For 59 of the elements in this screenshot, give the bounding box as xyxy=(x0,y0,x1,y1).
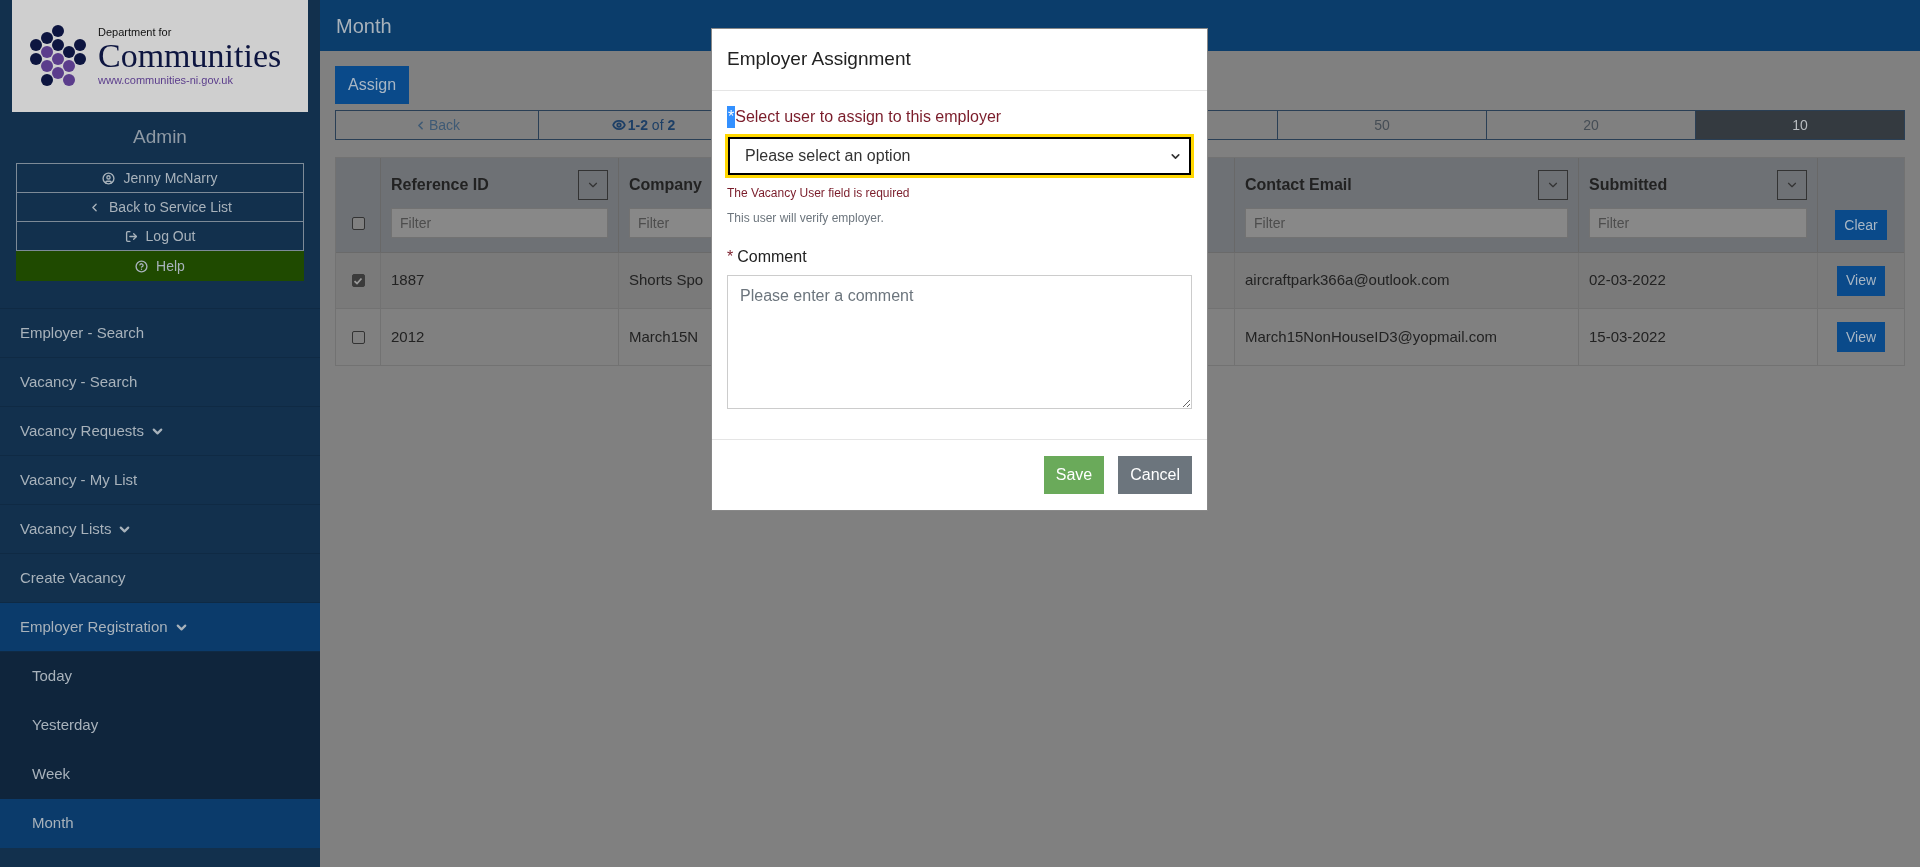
table-cell-text: 1887 xyxy=(391,270,425,291)
required-mark: * xyxy=(727,247,734,267)
help-button[interactable]: Help xyxy=(16,251,304,281)
modal-title: Employer Assignment xyxy=(727,47,911,72)
table-cell-text: March15N xyxy=(629,326,699,347)
column-header: Reference ID xyxy=(391,175,489,195)
table-cell-text: Shorts Spo xyxy=(629,270,704,291)
column-header: Company xyxy=(629,175,702,195)
logo-url: www.communities-ni.gov.uk xyxy=(98,72,234,87)
clear-button[interactable]: Clear xyxy=(1835,210,1887,240)
filter-field[interactable]: Filter xyxy=(1589,208,1807,238)
sidebar-button[interactable]: Back to Service List xyxy=(16,192,304,222)
logo-panel[interactable]: Department for Communities www.communities-ni.gov.uk xyxy=(12,0,308,112)
nav-subitem[interactable]: Week xyxy=(0,750,320,799)
checkbox[interactable] xyxy=(351,217,365,230)
field-label: Comment xyxy=(737,247,807,267)
eye-icon xyxy=(611,118,626,132)
page-size-option[interactable]: 10 xyxy=(1695,110,1905,140)
table-cell-text: 15-03-2022 xyxy=(1589,326,1666,347)
logo-title: Communities xyxy=(98,38,282,73)
column-header: Contact Email xyxy=(1245,175,1352,195)
view-button[interactable]: View xyxy=(1836,322,1886,352)
help-text: This user will verify employer. xyxy=(727,210,885,227)
filter-field[interactable]: Filter xyxy=(391,208,608,238)
filter-field[interactable]: Filter xyxy=(1245,208,1568,238)
sidebar-button[interactable]: Log Out xyxy=(16,221,304,251)
role-title: Admin xyxy=(133,125,187,150)
table-cell-text: March15NonHouseID3@yopmail.com xyxy=(1245,326,1497,347)
checkbox[interactable] xyxy=(351,330,365,344)
cancel-button[interactable]: Cancel xyxy=(1118,456,1192,494)
table-cell-text: aircraftpark366a@outlook.com xyxy=(1245,270,1450,291)
nav-subitem[interactable]: Today xyxy=(0,652,320,701)
user-icon xyxy=(102,171,116,185)
column-menu-button[interactable] xyxy=(578,170,608,200)
nav-item[interactable]: Vacancy - My List xyxy=(0,456,320,505)
column-menu-button[interactable] xyxy=(1538,170,1568,200)
table-cell-text: 02-03-2022 xyxy=(1589,270,1666,291)
logo-caption: Department for xyxy=(98,25,173,39)
assign-button[interactable]: Assign xyxy=(335,66,410,104)
error-message: The Vacancy User field is required xyxy=(727,185,911,202)
nav-item[interactable]: Employer - Search xyxy=(0,309,320,358)
nav-subitem[interactable]: Yesterday xyxy=(0,701,320,750)
nav-subitem[interactable]: Month xyxy=(0,799,320,848)
required-mark: * xyxy=(727,106,736,128)
view-button[interactable]: View xyxy=(1836,265,1886,296)
nav-item[interactable]: Employer Registration xyxy=(0,603,320,652)
sidebar-button[interactable]: Jenny McNarry xyxy=(16,163,304,193)
help-icon xyxy=(135,259,149,273)
nav-item[interactable]: Vacancy Lists xyxy=(0,505,320,554)
user-select[interactable]: Please select an option xyxy=(725,134,1194,178)
nav-item[interactable]: Vacancy Requests xyxy=(0,407,320,456)
nav-item[interactable]: Vacancy - Search xyxy=(0,358,320,407)
comment-field[interactable]: Please enter a comment xyxy=(727,275,1192,409)
column-header: Submitted xyxy=(1589,175,1668,195)
logout-icon xyxy=(124,229,138,243)
table-cell-text: 2012 xyxy=(391,326,425,347)
column-menu-button[interactable] xyxy=(1777,170,1807,200)
page-title: Month xyxy=(336,13,392,39)
checkbox[interactable] xyxy=(351,274,365,287)
